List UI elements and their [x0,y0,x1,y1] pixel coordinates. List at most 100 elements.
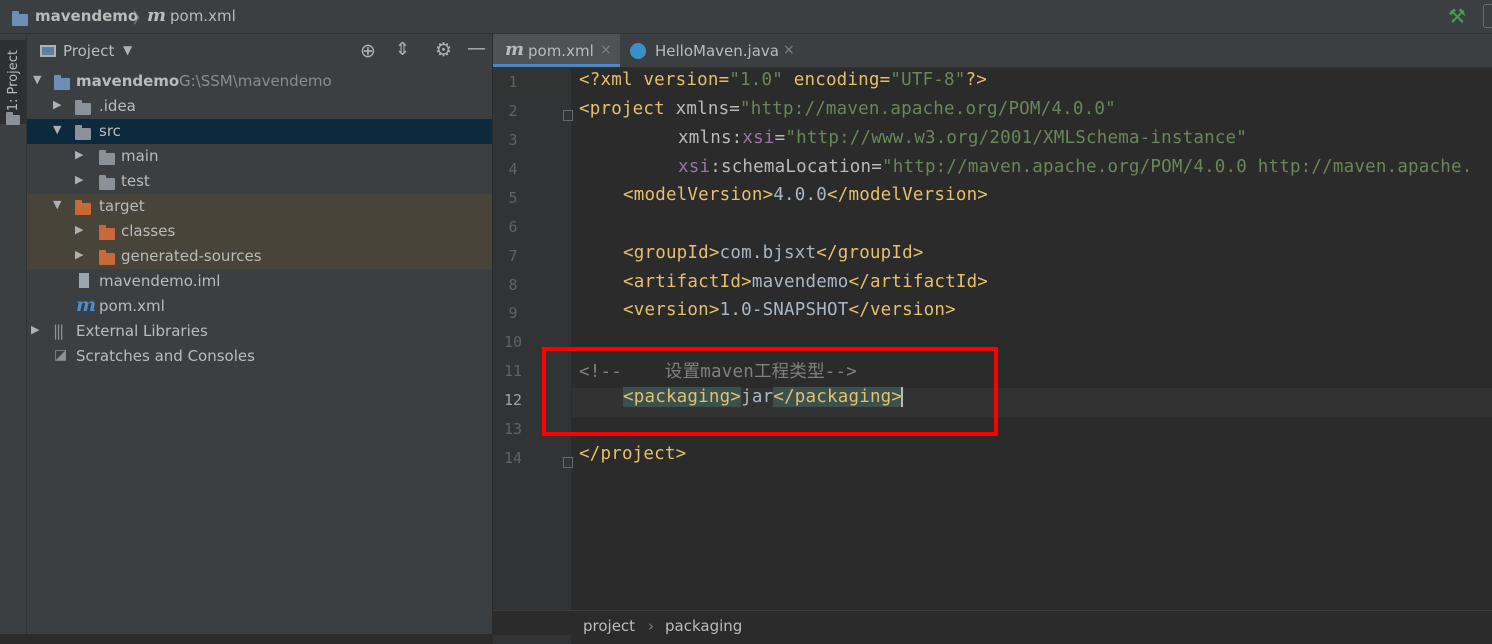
xsi-value: "http://www.w3.org/2001/XMLSchema-instan… [785,128,1248,148]
line-number: 9 [508,304,518,322]
collapsed-arrow-icon[interactable]: ▶ [75,248,83,261]
tab-pom-xml[interactable]: m pom.xml × [493,34,620,67]
module-folder-icon [54,74,70,92]
tree-item-label: .idea [99,97,136,115]
folder-icon [99,174,115,192]
tree-item-label: Scratches and Consoles [76,347,255,365]
project-close-tag: </project> [579,444,687,464]
breadcrumb-project-tag[interactable]: project [583,617,635,635]
tree-item-test[interactable]: ▶ test [27,169,492,194]
project-view-icon [40,45,56,57]
collapsed-arrow-icon[interactable]: ▶ [31,323,39,336]
tab-label: pom.xml [528,42,594,60]
xml-decl-open: <?xml version= [579,70,730,90]
code-line-8: <artifactId>mavendemo</artifactId> [623,272,988,292]
tree-item-src[interactable]: ▼ src [27,119,492,144]
expanded-arrow-icon[interactable]: ▼ [53,198,61,211]
breadcrumb-file[interactable]: pom.xml [170,7,236,25]
tree-item-iml[interactable]: mavendemo.iml [27,269,492,294]
code-line-1: <?xml version="1.0" encoding="UTF-8"?> [579,70,987,90]
tree-item-main[interactable]: ▶ main [27,144,492,169]
module-path: G:\SSM\mavendemo [179,72,332,90]
tree-item-scratches[interactable]: ◪ Scratches and Consoles [27,344,492,369]
line-number: 5 [508,189,518,207]
scratches-icon: ◪ [54,347,68,363]
left-tool-strip: 1: Project [0,34,27,634]
code-line-9: <version>1.0-SNAPSHOT</version> [623,300,956,320]
tree-item-pom[interactable]: m pom.xml [27,294,492,319]
tree-item-idea[interactable]: ▶ .idea [27,94,492,119]
tag-open: <version> [623,300,720,320]
xsi-ns: xsi [678,157,711,177]
schema-location-value: "http://maven.apache.org/POM/4.0.0 http:… [882,157,1473,177]
collapsed-arrow-icon[interactable]: ▶ [75,223,83,236]
java-class-icon [630,43,646,59]
maven-file-icon: m [147,5,167,26]
settings-gear-icon[interactable]: ⚙ [435,39,452,61]
project-folder-icon [12,10,28,28]
code-line-3: xmlns:xsi="http://www.w3.org/2001/XMLSch… [678,128,1247,148]
tree-item-external-libraries[interactable]: ▶ ||| External Libraries [27,319,492,344]
project-panel: Project ▼ ⊕ ⇕ ⚙ — ▼ mavendemo G:\SSM\mav… [27,34,492,634]
tree-item-target[interactable]: ▼ target [27,194,492,219]
locate-file-icon[interactable]: ⊕ [360,40,376,62]
project-panel-title[interactable]: Project [63,42,114,60]
line-number: 8 [508,276,518,294]
maven-file-icon: m [505,39,525,60]
close-tab-icon[interactable]: × [783,42,795,58]
hide-panel-icon[interactable]: — [467,37,486,59]
xml-version-value: "1.0" [729,70,783,90]
tree-item-label: mavendemo.iml [99,272,221,290]
xml-encoding-value: "UTF-8" [890,70,966,90]
line-number: 7 [508,247,518,265]
tree-item-mavendemo[interactable]: ▼ mavendemo G:\SSM\mavendemo [27,69,492,94]
tree-item-label: main [121,147,159,165]
tag-text: com.bjsxt [719,243,817,263]
line-number: 13 [503,420,523,438]
code-line-2: <project xmlns="http://maven.apache.org/… [579,99,1116,119]
xml-decl-close: ?> [965,70,987,90]
equals: = [774,128,786,148]
tree-item-label: test [121,172,150,190]
breadcrumb-packaging-tag[interactable]: packaging [665,617,742,635]
maven-file-icon: m [76,294,97,316]
collapsed-arrow-icon[interactable]: ▶ [53,98,61,111]
code-line-7: <groupId>com.bjsxt</groupId> [623,243,924,263]
xml-encoding-attr: encoding= [783,70,891,90]
view-dropdown-icon[interactable]: ▼ [123,43,132,57]
excluded-folder-icon [99,224,115,242]
annotation-highlight-box [542,347,998,436]
excluded-folder-icon [99,249,115,267]
tree-item-label: External Libraries [76,322,208,340]
line-number: 14 [503,449,523,467]
build-hammer-icon[interactable]: ⚒ [1448,4,1466,28]
tree-item-label: pom.xml [99,297,165,315]
tag-close: </artifactId> [848,272,989,292]
libraries-icon: ||| [53,322,64,340]
collapsed-arrow-icon[interactable]: ▶ [75,148,83,161]
folder-icon [75,99,91,117]
project-tool-tab[interactable]: 1: Project [0,40,26,125]
tag-text: mavendemo [751,272,849,292]
folder-icon [99,149,115,167]
tree-item-classes[interactable]: ▶ classes [27,219,492,244]
tree-item-generated-sources[interactable]: ▶ generated-sources [27,244,492,269]
xmlns-attr: xmlns= [664,99,741,119]
tree-item-label: target [99,197,145,215]
expanded-arrow-icon[interactable]: ▼ [53,123,61,136]
expanded-arrow-icon[interactable]: ▼ [33,73,41,86]
line-number: 10 [503,333,523,351]
code-line-4: xsi:schemaLocation="http://maven.apache.… [678,157,1472,177]
window-control-icon[interactable] [1483,4,1492,28]
breadcrumb-project[interactable]: mavendemo [35,7,138,25]
tree-item-label: mavendemo [76,72,180,90]
project-open-tag: <project [579,99,665,119]
tag-close: </version> [848,300,956,320]
tag-close: </modelVersion> [827,185,989,205]
iml-file-icon [79,273,89,288]
close-tab-icon[interactable]: × [600,42,612,58]
collapse-all-icon[interactable]: ⇕ [395,39,410,60]
line-number: 2 [508,102,518,120]
collapsed-arrow-icon[interactable]: ▶ [75,173,83,186]
tab-hellomaven-java[interactable]: HelloMaven.java × [621,34,801,67]
